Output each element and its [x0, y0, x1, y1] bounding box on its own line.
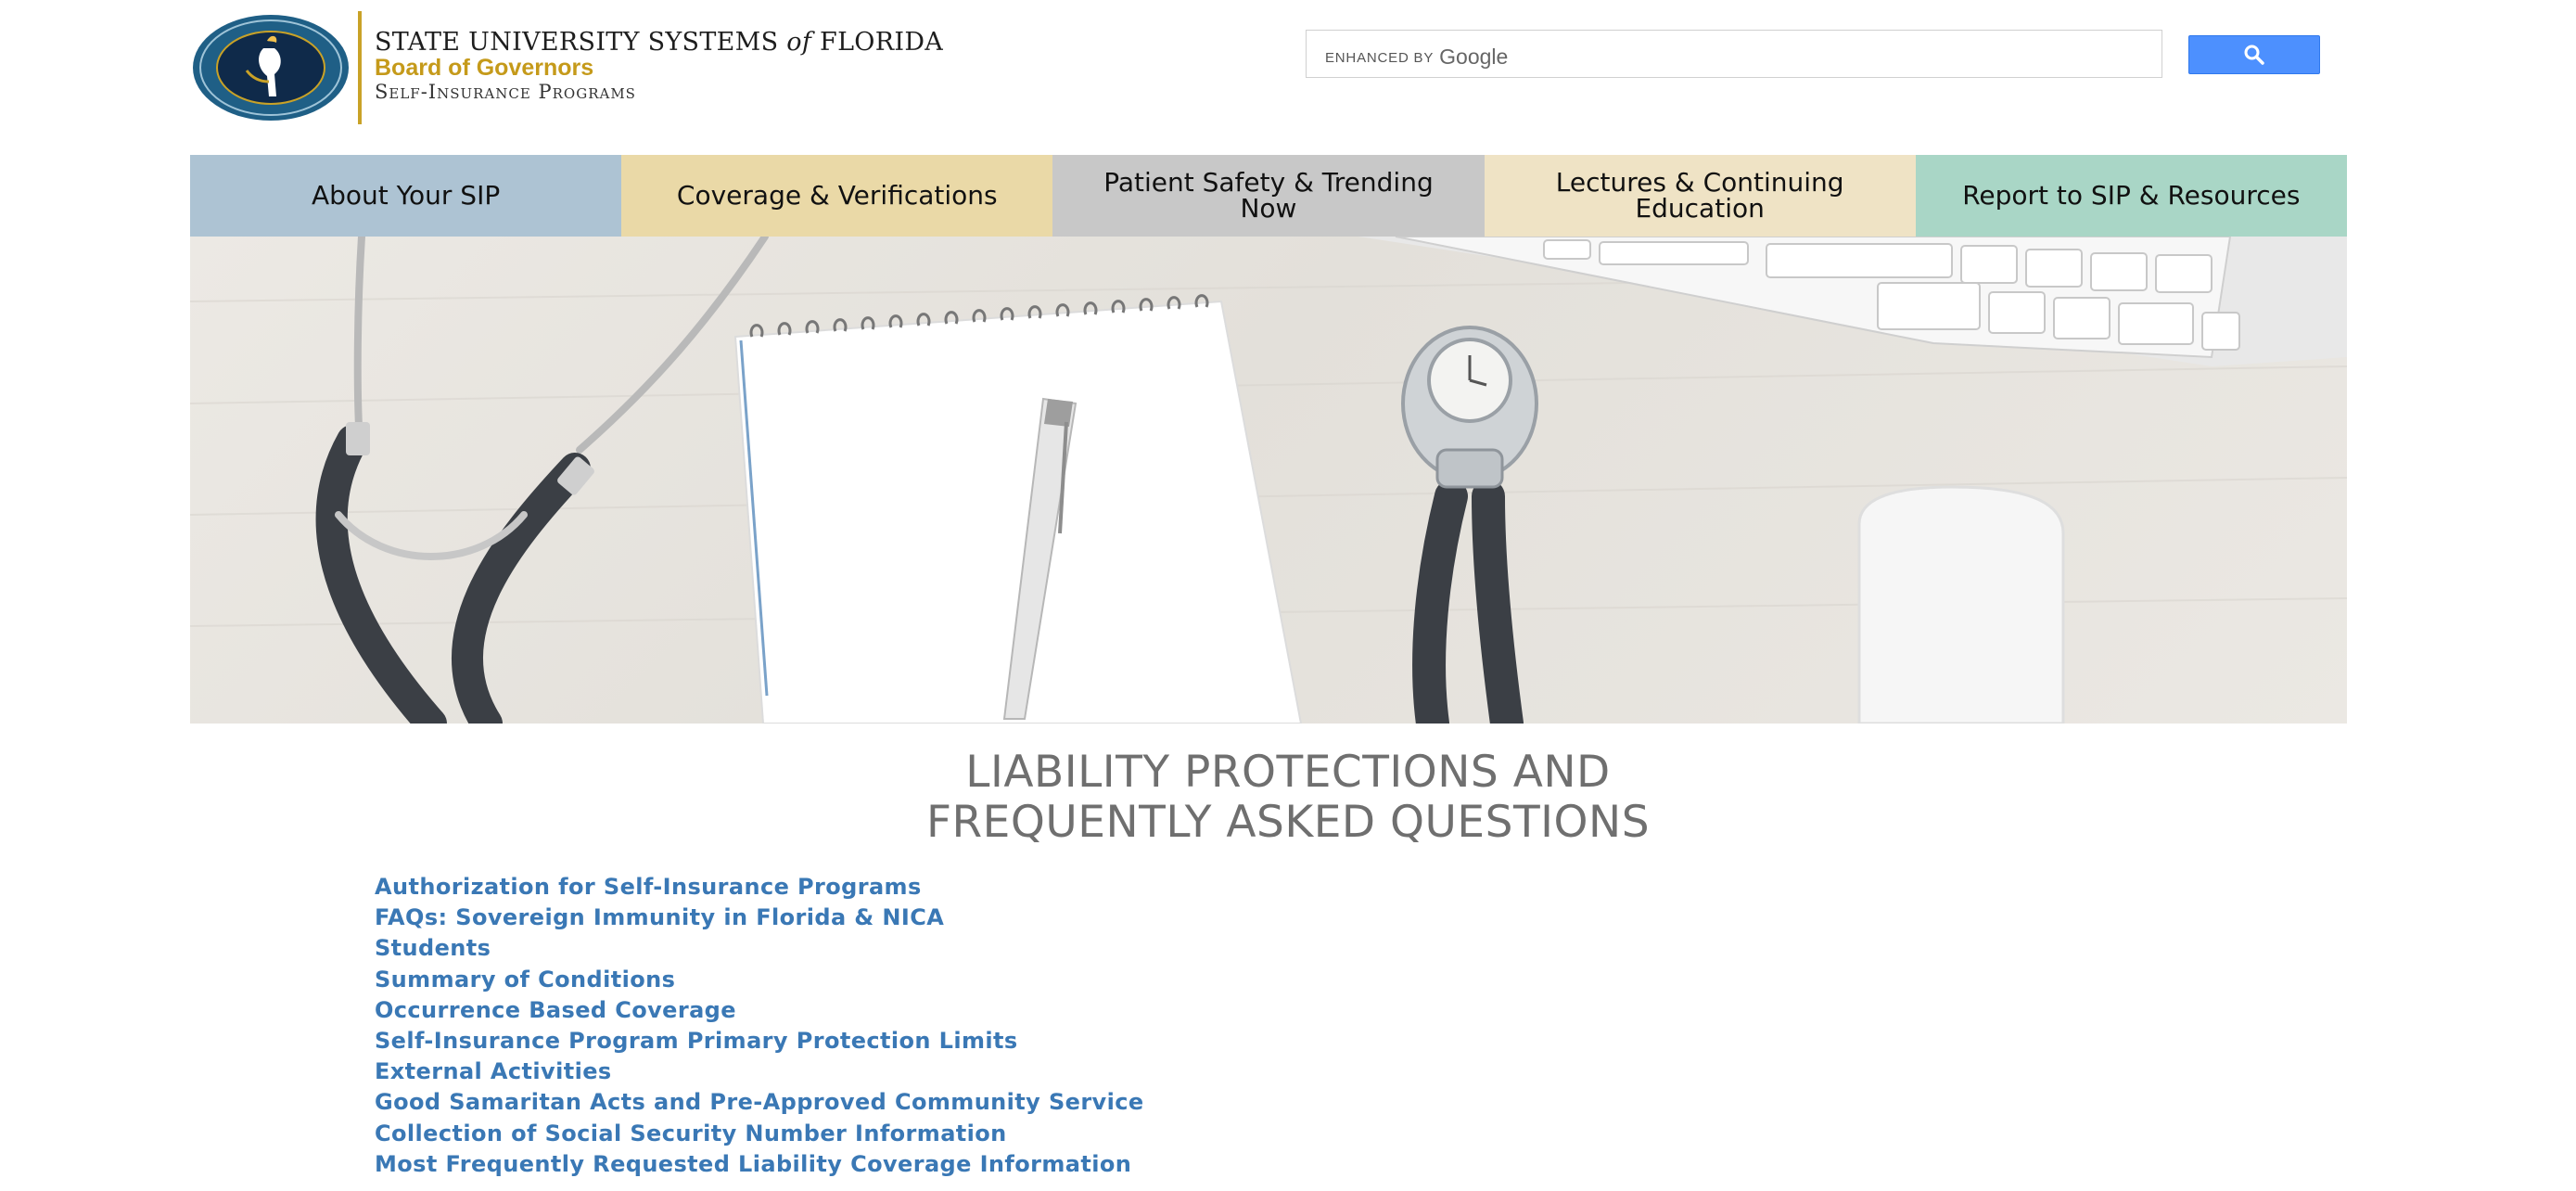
nav-label: Lectures & Continuing Education	[1555, 167, 1844, 224]
list-item: Good Samaritan Acts and Pre-Approved Com…	[375, 1087, 1144, 1118]
faq-link-ssn-collection[interactable]: Collection of Social Security Number Inf…	[375, 1121, 1007, 1146]
search-icon	[2244, 45, 2264, 65]
stethoscope-chestpiece	[1401, 326, 1538, 724]
brand-subtitle: Board of Governors	[375, 55, 594, 81]
faq-link-primary-protection-limits[interactable]: Self-Insurance Program Primary Protectio…	[375, 1028, 1018, 1054]
nav-label: Patient Safety & Trending Now	[1103, 167, 1434, 224]
page-title-line1: LIABILITY PROTECTIONS AND	[965, 747, 1611, 798]
hero-image	[190, 237, 2347, 724]
brand-program: Self-Insurance Programs	[375, 81, 636, 103]
faq-link-authorization[interactable]: Authorization for Self-Insurance Program…	[375, 874, 922, 900]
faq-link-summary-of-conditions[interactable]: Summary of Conditions	[375, 967, 675, 992]
search-field[interactable]: enhanced by Google	[1306, 30, 2165, 79]
faq-link-occurrence-based-coverage[interactable]: Occurrence Based Coverage	[375, 997, 736, 1023]
faq-link-external-activities[interactable]: External Activities	[375, 1058, 612, 1084]
nav-label: About Your SIP	[311, 180, 501, 211]
nav-label: Report to SIP & Resources	[1962, 180, 2301, 211]
list-item: Authorization for Self-Insurance Program…	[375, 872, 1144, 903]
nav-patient-safety[interactable]: Patient Safety & Trending Now	[1052, 155, 1485, 237]
list-item: Summary of Conditions	[375, 965, 1144, 995]
list-item: Collection of Social Security Number Inf…	[375, 1119, 1144, 1149]
search-button[interactable]	[2188, 35, 2320, 74]
faq-link-good-samaritan[interactable]: Good Samaritan Acts and Pre-Approved Com…	[375, 1089, 1144, 1115]
list-item: Most Frequently Requested Liability Cove…	[375, 1149, 1144, 1180]
nav-lectures-education[interactable]: Lectures & Continuing Education	[1484, 155, 1916, 237]
nav-report-resources[interactable]: Report to SIP & Resources	[1915, 155, 2347, 237]
brand-title: STATE UNIVERSITY SYSTEMS of FLORIDA	[375, 30, 943, 55]
main-navigation: About Your SIP Coverage & Verifications …	[190, 155, 2347, 237]
brand-title-pre: STATE UNIVERSITY SYSTEMS	[375, 28, 779, 57]
list-item: FAQs: Sovereign Immunity in Florida & NI…	[375, 903, 1144, 933]
brand-title-post: FLORIDA	[820, 28, 944, 57]
list-item: Self-Insurance Program Primary Protectio…	[375, 1026, 1144, 1057]
faq-link-students[interactable]: Students	[375, 935, 491, 961]
brand-divider	[358, 11, 362, 124]
stethoscope-tubes-left	[315, 237, 769, 724]
search-input[interactable]	[1307, 31, 2165, 79]
nav-coverage-verifications[interactable]: Coverage & Verifications	[621, 155, 1053, 237]
site-header: STATE UNIVERSITY SYSTEMS of FLORIDA Boar…	[0, 0, 2576, 148]
page-title: LIABILITY PROTECTIONS AND FREQUENTLY ASK…	[0, 748, 2576, 848]
university-system-seal-logo[interactable]	[191, 13, 351, 122]
list-item: Students	[375, 933, 1144, 964]
nav-label: Coverage & Verifications	[676, 180, 998, 211]
seal-icon	[193, 15, 349, 121]
faq-link-sovereign-immunity[interactable]: FAQs: Sovereign Immunity in Florida & NI…	[375, 904, 944, 930]
list-item: External Activities	[375, 1057, 1144, 1087]
faq-link-list: Authorization for Self-Insurance Program…	[375, 872, 1144, 1180]
page-title-line2: FREQUENTLY ASKED QUESTIONS	[925, 797, 1651, 848]
brand-title-of: of	[786, 28, 812, 57]
brand-wordmark[interactable]: STATE UNIVERSITY SYSTEMS of FLORIDA Boar…	[375, 30, 943, 102]
list-item: Occurrence Based Coverage	[375, 995, 1144, 1026]
nav-about-your-sip[interactable]: About Your SIP	[190, 155, 622, 237]
faq-link-most-requested-coverage[interactable]: Most Frequently Requested Liability Cove…	[375, 1151, 1131, 1177]
desk-stethoscope-illustration	[190, 237, 2347, 724]
